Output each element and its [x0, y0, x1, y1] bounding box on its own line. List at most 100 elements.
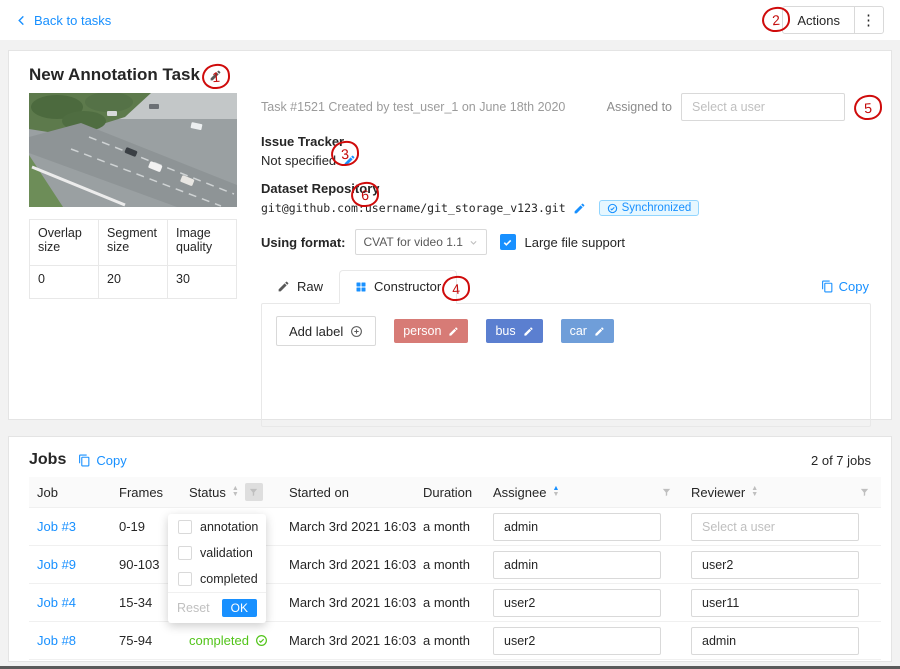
param-value-overlap: 0	[30, 266, 99, 299]
dataset-repository-value: git@github.com:username/git_storage_v123…	[261, 201, 566, 215]
tab-raw[interactable]: Raw	[261, 269, 339, 303]
filter-option-annotation[interactable]: annotation	[168, 514, 266, 540]
actions-label: Actions	[783, 7, 854, 33]
col-frames: Frames	[119, 485, 163, 500]
filter-checkbox[interactable]	[178, 546, 192, 560]
copy-labels-button[interactable]: Copy	[821, 279, 869, 294]
format-select-value: CVAT for video 1.1	[364, 235, 463, 249]
plus-circle-icon	[350, 325, 363, 338]
status-completed-label: completed	[189, 633, 249, 648]
label-chip-bus-name: bus	[495, 324, 515, 338]
label-edit-icon[interactable]	[523, 326, 534, 337]
constructor-tab-label: Constructor	[374, 279, 441, 294]
sync-badge-label: Synchronized	[622, 202, 692, 214]
filter-checkbox[interactable]	[178, 520, 192, 534]
add-label-text: Add label	[289, 324, 343, 339]
filter-reset-button[interactable]: Reset	[177, 601, 210, 615]
started-cell: March 3rd 2021 16:03	[281, 584, 415, 622]
label-chip-bus[interactable]: bus	[486, 319, 542, 343]
reviewer-sorter[interactable]: ▲▼	[751, 486, 758, 498]
copy-labels-label: Copy	[839, 279, 869, 294]
task-title: New Annotation Task	[29, 65, 200, 85]
filter-option-label: completed	[200, 572, 258, 586]
param-header-segment: Segment size	[99, 220, 168, 266]
filter-option-label: validation	[200, 546, 253, 560]
task-preview-image	[29, 93, 237, 207]
label-chip-person-name: person	[403, 324, 441, 338]
sort-caret-down-icon: ▼	[751, 492, 758, 498]
jobs-table: Job Frames Status ▲▼ Started on Duration…	[29, 477, 881, 660]
issue-tracker-value: Not specified	[261, 153, 336, 168]
format-select[interactable]: CVAT for video 1.1	[355, 229, 487, 255]
raw-tab-pencil-icon	[277, 280, 290, 293]
label-chip-person[interactable]: person	[394, 319, 468, 343]
job-reviewer-input[interactable]	[691, 551, 859, 579]
sync-status-badge[interactable]: Synchronized	[599, 200, 700, 216]
duration-cell: a month	[415, 508, 485, 546]
label-chip-car-name: car	[570, 324, 587, 338]
assignee-sorter[interactable]: ▲▼	[552, 486, 559, 498]
duration-cell: a month	[415, 584, 485, 622]
status-filter-icon[interactable]	[245, 483, 263, 501]
job-link[interactable]: Job #9	[37, 557, 76, 572]
job-link[interactable]: Job #8	[37, 633, 76, 648]
status-cell: completed	[181, 622, 281, 660]
col-status: Status	[189, 485, 226, 500]
job-reviewer-input[interactable]	[691, 589, 859, 617]
status-sorter[interactable]: ▲▼	[232, 486, 239, 498]
jobs-count: 2 of 7 jobs	[811, 453, 871, 468]
col-job: Job	[37, 485, 58, 500]
job-row: Job #4 15-34 March 3rd 2021 16:03 a mont…	[29, 584, 881, 622]
duration-cell: a month	[415, 546, 485, 584]
using-format-label: Using format:	[261, 235, 346, 250]
back-link-label: Back to tasks	[34, 13, 111, 28]
status-filter-menu: annotation validation completed Reset OK	[168, 514, 266, 623]
filter-checkbox[interactable]	[178, 572, 192, 586]
filter-option-completed[interactable]: completed	[168, 566, 266, 592]
add-label-button[interactable]: Add label	[276, 316, 376, 346]
jobs-card: Jobs Copy 2 of 7 jobs Job Frames Status …	[8, 436, 892, 662]
more-dots-icon[interactable]: ⋮	[855, 7, 883, 33]
job-link[interactable]: Job #4	[37, 595, 76, 610]
select-caret-icon	[469, 238, 478, 247]
back-to-tasks-link[interactable]: Back to tasks	[16, 13, 111, 28]
labels-tabs-bar: Raw Constructor Copy	[261, 269, 871, 303]
large-file-checkbox[interactable]	[500, 234, 516, 250]
job-assignee-input[interactable]	[493, 589, 661, 617]
duration-cell: a month	[415, 622, 485, 660]
filter-ok-button[interactable]: OK	[222, 599, 257, 617]
actions-button[interactable]: Actions ⋮	[782, 6, 884, 34]
repository-edit-icon[interactable]	[573, 202, 586, 215]
started-cell: March 3rd 2021 16:03	[281, 622, 415, 660]
task-assignee-input[interactable]	[681, 93, 845, 121]
frames-cell: 75-94	[111, 622, 181, 660]
sort-caret-down-icon: ▼	[232, 492, 239, 498]
job-row: Job #8 75-94 completed March 3rd 2021 16…	[29, 622, 881, 660]
task-details-card: New Annotation Task	[8, 50, 892, 420]
label-chip-car[interactable]: car	[561, 319, 614, 343]
assignee-filter-icon[interactable]	[657, 483, 675, 501]
job-reviewer-input[interactable]	[691, 627, 859, 655]
label-edit-icon[interactable]	[594, 326, 605, 337]
param-header-quality: Image quality	[168, 220, 237, 266]
job-assignee-input[interactable]	[493, 551, 661, 579]
filter-option-label: annotation	[200, 520, 258, 534]
started-cell: March 3rd 2021 16:03	[281, 546, 415, 584]
raw-tab-label: Raw	[297, 279, 323, 294]
label-edit-icon[interactable]	[448, 326, 459, 337]
filter-option-validation[interactable]: validation	[168, 540, 266, 566]
param-value-segment: 20	[99, 266, 168, 299]
copy-jobs-button[interactable]: Copy	[78, 453, 126, 468]
tab-constructor[interactable]: Constructor	[339, 270, 457, 304]
started-cell: March 3rd 2021 16:03	[281, 508, 415, 546]
large-file-label: Large file support	[525, 235, 625, 250]
reviewer-filter-icon[interactable]	[855, 483, 873, 501]
job-link[interactable]: Job #3	[37, 519, 76, 534]
col-started: Started on	[289, 485, 349, 500]
job-assignee-input[interactable]	[493, 627, 661, 655]
job-assignee-input[interactable]	[493, 513, 661, 541]
job-reviewer-input[interactable]	[691, 513, 859, 541]
copy-jobs-label: Copy	[96, 453, 126, 468]
status-completed-icon	[255, 634, 268, 647]
labels-constructor-panel: Add label person bus	[261, 303, 871, 427]
